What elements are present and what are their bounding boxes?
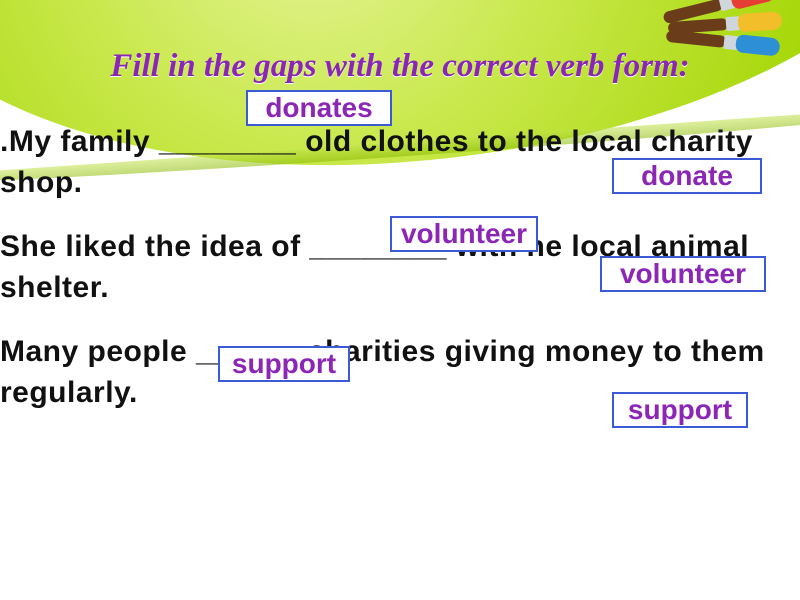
answer-donates: donates	[246, 90, 392, 126]
answer-hint-support: support	[612, 392, 748, 428]
answer-hint-donate: donate	[612, 158, 762, 194]
slide: Fill in the gaps with the correct verb f…	[0, 0, 800, 600]
answer-volunteer-filled: volunteer	[390, 216, 538, 252]
page-title: Fill in the gaps with the correct verb f…	[0, 48, 800, 85]
answer-hint-volunteer: volunteer	[600, 256, 766, 292]
answer-support-filled: support	[218, 346, 350, 382]
